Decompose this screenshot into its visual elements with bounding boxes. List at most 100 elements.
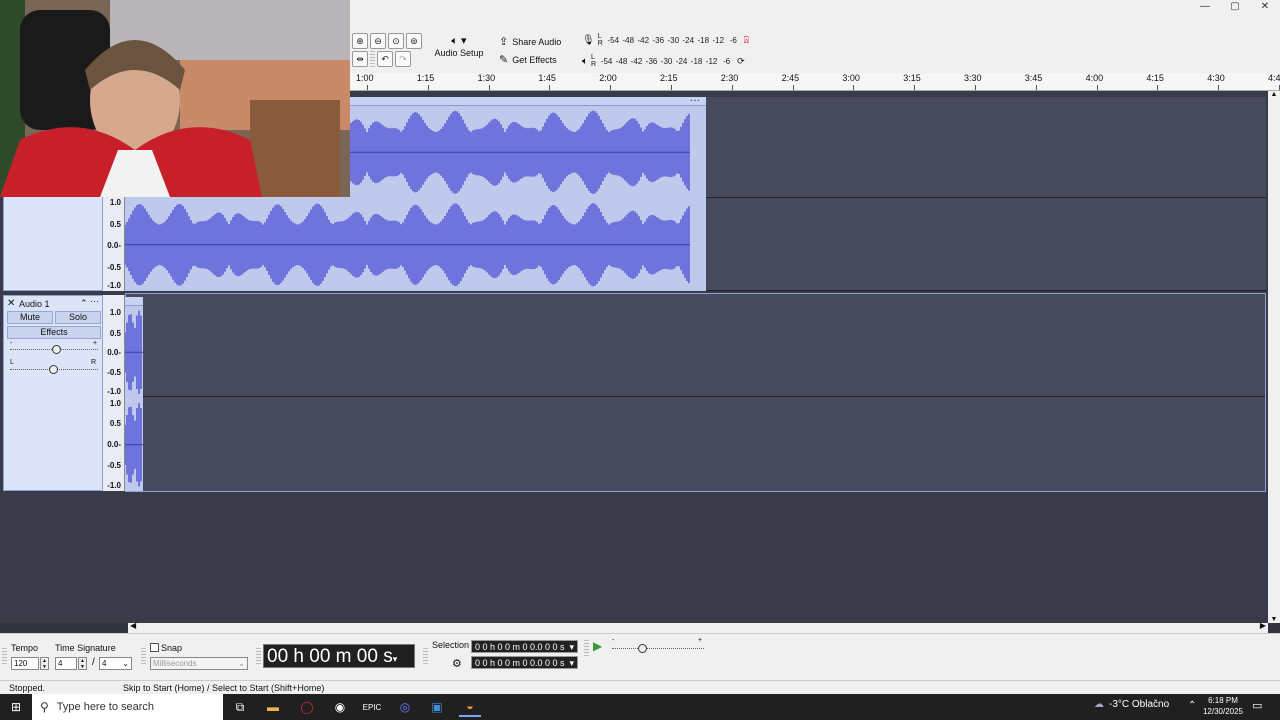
record-meter-clip-icon: ⍓ [743, 34, 750, 45]
audio-setup-button[interactable]: 🔈︎ ▾ Audio Setup [432, 34, 486, 58]
snap-checkbox[interactable] [150, 643, 159, 652]
vertical-scrollbar[interactable]: ▲ ▼ [1268, 91, 1280, 623]
track0-empty-ch2[interactable] [706, 198, 1266, 291]
scroll-left-icon[interactable]: ◀ [130, 621, 136, 630]
tempo-spinner[interactable]: ▲ ▼ [40, 657, 49, 670]
toolbar-grip[interactable] [256, 648, 261, 664]
numerator-spinner[interactable]: ▲ ▼ [78, 657, 87, 670]
ruler-tick-mark [1096, 85, 1098, 90]
meter-tick: -18 [690, 56, 703, 66]
solo-button[interactable]: Solo [55, 311, 101, 324]
chevron-down-icon: ▾ [569, 658, 574, 668]
selection-start-input[interactable]: 0 0 h 0 0 m 0 0.0 0 0 s ▾ [471, 640, 578, 653]
snap-unit-select[interactable]: Milliseconds ⌄ [150, 657, 248, 670]
share-audio-button[interactable]: ⇪ Share Audio [499, 35, 561, 48]
meter-tick: -36 [645, 56, 658, 66]
record-meter[interactable]: 🎙︎ LR -54 -48 -42 -36 -30 -24 -18 -12 -6 ⍓ [582, 33, 749, 47]
windows-start-icon[interactable]: ⊞ [5, 697, 27, 717]
maximize-button[interactable]: ▢ [1220, 0, 1250, 14]
discord-like-icon[interactable]: ◎ [394, 697, 416, 717]
ruler-tick-mark [427, 85, 429, 90]
cloud-icon: ☁ [1094, 699, 1104, 710]
zoom-in-icon[interactable]: ⊕ [352, 33, 368, 49]
toolbar-grip[interactable] [584, 640, 589, 656]
gain-slider-thumb[interactable] [52, 345, 61, 354]
track1-clip-header[interactable] [125, 297, 143, 306]
meter-tick: -12 [712, 35, 725, 45]
play-at-speed-icon[interactable]: ▶ [593, 639, 602, 653]
ruler-tick-mark [1157, 85, 1159, 90]
undo-icon[interactable]: ↶ [377, 51, 393, 67]
playback-meter[interactable]: 🔈︎ LR -54 -48 -42 -36 -30 -24 -18 -12 -6 ⟳ [582, 54, 745, 68]
time-signature-label: Time Signature [55, 643, 116, 653]
epic-games-icon[interactable]: EPIC [361, 697, 383, 717]
collapse-track-icon[interactable]: ⌃ [80, 298, 88, 309]
track0-empty-ch1[interactable] [706, 97, 1266, 198]
scroll-down-icon[interactable]: ▼ [1268, 616, 1280, 623]
meter-tick: -6 [729, 35, 737, 45]
zoom-out-icon[interactable]: ⊖ [370, 33, 386, 49]
file-explorer-icon[interactable]: ▬ [262, 697, 284, 717]
track-menu-icon[interactable]: ··· [90, 296, 99, 306]
task-view-icon[interactable]: ⧉ [229, 697, 251, 717]
toolbar-grip[interactable] [141, 648, 146, 664]
track1-lane[interactable] [125, 293, 1266, 492]
settings-gear-icon[interactable]: ⚙ [452, 657, 462, 670]
notifications-icon[interactable]: ▭ [1252, 699, 1262, 712]
track1-clip[interactable] [125, 297, 143, 491]
scroll-right-icon[interactable]: ▶ [1260, 621, 1266, 630]
ruler-tick-label: 1:15 [416, 73, 435, 83]
horizontal-scrollbar[interactable]: ◀ ▶ [128, 621, 1268, 633]
ruler-tick-mark [1218, 85, 1220, 90]
selection-end-input[interactable]: 0 0 h 0 0 m 0 0.0 0 0 s ▾ [471, 656, 578, 669]
time-signature-denominator[interactable]: 4 ⌄ [99, 657, 132, 670]
minimize-button[interactable]: — [1190, 0, 1220, 14]
speed-slider-thumb[interactable] [638, 644, 647, 653]
get-effects-button[interactable]: ✎ Get Effects [499, 53, 557, 66]
track0-scale-ch2: 1.0 0.5 0.0- -0.5 -1.0 [103, 197, 125, 291]
search-icon: ⚲ [40, 700, 49, 714]
track-name[interactable]: Audio 1 [19, 299, 50, 309]
close-window-button[interactable]: ✕ [1250, 0, 1280, 14]
clock-time: 6:18 PM [1208, 696, 1238, 705]
ruler-tick-label: 2:00 [599, 73, 617, 83]
fit-project-icon[interactable]: ⊚ [406, 33, 422, 49]
scroll-up-icon[interactable]: ▲ [1268, 91, 1280, 98]
chevron-up-icon[interactable]: ⌃ [1188, 700, 1196, 711]
close-track-icon[interactable]: ✕ [7, 298, 15, 309]
clip-menu-icon[interactable]: ··· [690, 97, 700, 106]
status-hint: Skip to Start (Home) / Select to Start (… [123, 683, 325, 693]
ruler-tick-label: 1:00 [356, 73, 374, 83]
track1-control-panel[interactable]: ✕ Audio 1 ⌃ ··· Mute Solo Effects - + L … [3, 295, 103, 491]
track1-scale: 1.0 0.5 0.0- -0.5 -1.0 1.0 0.5 0.0- -0.5… [103, 295, 125, 491]
app-window-icon[interactable]: ▣ [426, 697, 448, 717]
fit-selection-icon[interactable]: ⊙ [388, 33, 404, 49]
time-signature-numerator[interactable]: 4 [55, 657, 77, 670]
tempo-input[interactable]: 120 [11, 657, 39, 670]
trim-icon[interactable]: ⇹ [352, 51, 368, 67]
ruler-tick-mark [549, 85, 551, 90]
redo-icon[interactable]: ↷ [395, 51, 411, 67]
pan-slider-thumb[interactable] [49, 365, 58, 374]
timeline-ruler[interactable]: 1:00 1:15 1:30 1:45 2:00 2:15 2:30 2:45 3:00 3:15… [350, 73, 1280, 91]
toolbar-grip[interactable] [423, 648, 428, 664]
get-effects-label: Get Effects [512, 54, 557, 65]
weather-widget[interactable]: ☁ -3°C Oblačno [1094, 699, 1169, 710]
time-display[interactable]: 00 h 00 m 00 s▾ [263, 644, 415, 668]
chevron-down-icon: ▾ [392, 654, 398, 664]
obs-icon[interactable]: ◉ [329, 697, 351, 717]
taskbar-search[interactable]: ⚲ Type here to search [32, 694, 223, 720]
ruler-tick-label: 3:15 [903, 73, 921, 83]
opera-icon[interactable]: ◯ [296, 697, 318, 717]
toolbar-grip[interactable] [2, 648, 7, 664]
audacity-icon[interactable]: ◒ [459, 697, 481, 717]
ruler-tick-label: 4:30 [1207, 73, 1225, 83]
toolbar-grip[interactable] [370, 51, 375, 67]
ruler-tick-label: 3:00 [842, 73, 860, 83]
effects-button[interactable]: Effects [7, 326, 101, 339]
ruler-tick-mark [975, 85, 976, 90]
mute-button[interactable]: Mute [7, 311, 53, 324]
clock[interactable]: 6:18 PM 12/30/2025 [1200, 695, 1246, 717]
chevron-down-icon: ⌄ [122, 659, 129, 668]
zoom-toolbar: ⊕ ⊖ ⊙ ⊚ [352, 33, 422, 49]
